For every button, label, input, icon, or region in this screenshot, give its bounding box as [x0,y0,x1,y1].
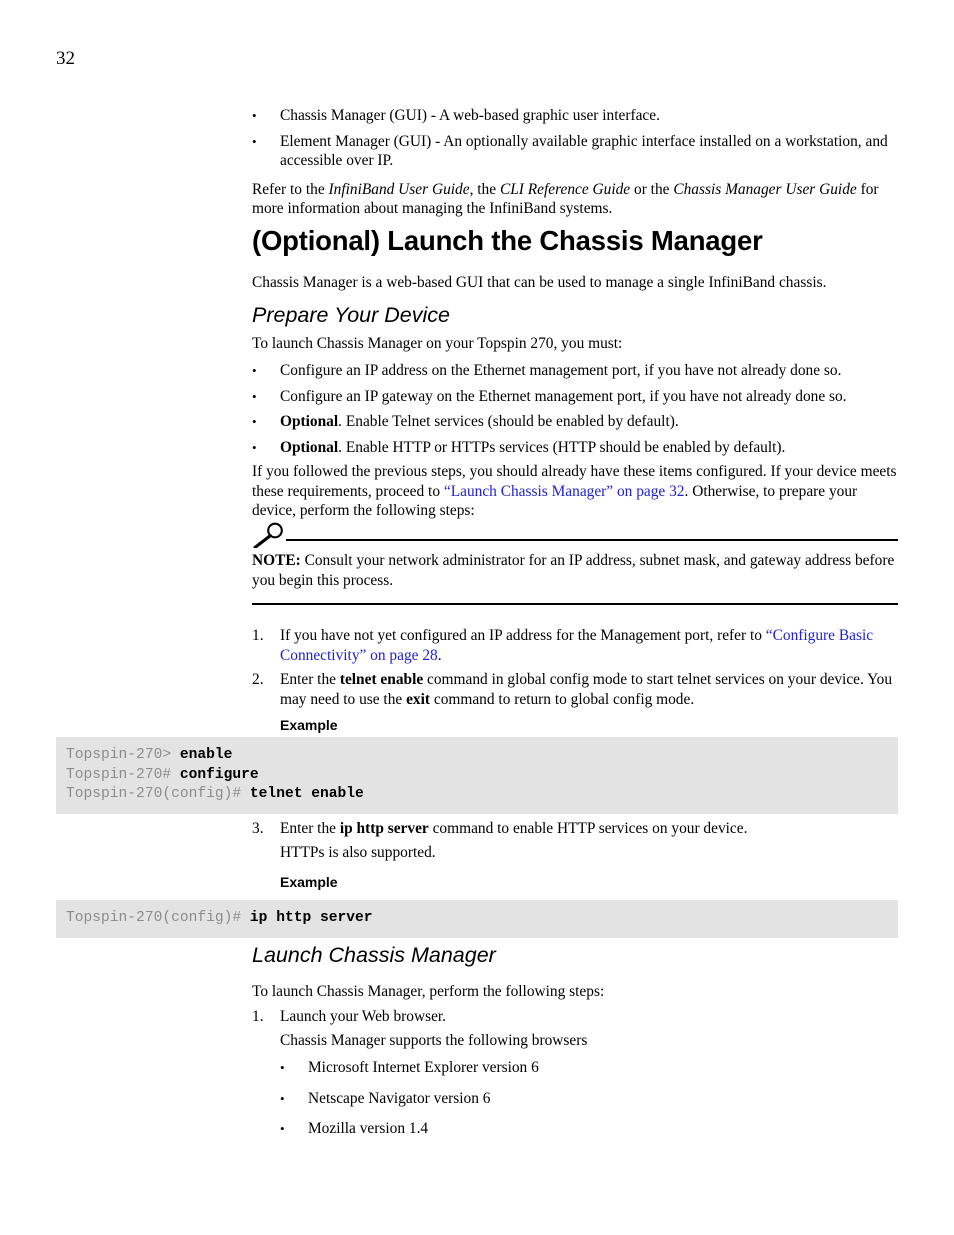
code-line: Topspin-270(config)# telnet enable [66,785,888,805]
step2-text-1: Enter the [280,671,340,689]
step2-text-3: command to return to global config mode. [430,690,695,708]
launch-step1-sub: Chassis Manager supports the following b… [280,1031,588,1049]
launch-steps-list: 1. Launch your Web browser. [252,1007,898,1027]
refer-text-1: Refer to the [252,180,329,198]
launch-lead: To launch Chassis Manager, perform the f… [252,983,605,1000]
code-line: Topspin-270# configure [66,766,888,786]
document-page: 32 Chassis Manager (GUI) - A web-based g… [0,0,954,1235]
prepare-steps-block: 1. If you have not yet configured an IP … [252,626,898,714]
prepare-lead: To launch Chassis Manager on your Topspi… [252,335,623,352]
section-heading-launch: Launch Chassis Manager [252,943,496,967]
code-block-http: Topspin-270(config)# ip http server [56,900,898,938]
step-number: 3. [252,820,264,837]
intro-block: Chassis Manager (GUI) - A web-based grap… [252,106,898,219]
list-item: Chassis Manager (GUI) - A web-based grap… [252,106,898,126]
list-item: 1. If you have not yet configured an IP … [252,626,898,665]
step2-command-exit: exit [406,690,431,708]
list-item: Element Manager (GUI) - An optionally av… [252,132,898,171]
browser-bullet-0: Microsoft Internet Explorer version 6 [308,1059,539,1077]
refer-title-chassis: Chassis Manager User Guide [673,180,857,198]
list-item: Mozilla version 1.4 [280,1119,898,1139]
note-bottom-rule [252,603,898,605]
prepare-bullet-2: . Enable Telnet services (should be enab… [338,413,679,431]
note-body: NOTE: Consult your network administrator… [252,551,898,590]
code-line: Topspin-270(config)# ip http server [66,909,888,929]
example-label-2: Example [280,874,338,890]
code-command: enable [179,747,233,763]
example-label-1: Example [280,717,338,733]
code-command: configure [179,766,259,783]
refer-text-2: , the [469,180,500,198]
prepare-bullet-3-bold: Optional [280,438,339,456]
section-heading-prepare: Prepare Your Device [252,303,450,327]
page-title: (Optional) Launch the Chassis Manager [252,225,763,256]
prepare-bullet-block: Configure an IP address on the Ethernet … [252,361,898,463]
page-number: 32 [56,48,75,69]
step3-command-ip-http-server: ip http server [339,820,429,837]
list-item: Netscape Navigator version 6 [280,1089,898,1109]
refer-paragraph: Refer to the InfiniBand User Guide, the … [252,180,898,219]
section-intro-paragraph: Chassis Manager is a web-based GUI that … [252,274,827,291]
code-prompt: Topspin-270# [66,766,180,783]
intro-bullet-list: Chassis Manager (GUI) - A web-based grap… [252,106,898,171]
code-prompt: Topspin-270(config)# [66,910,250,926]
note-text: Consult your network administrator for a… [252,552,895,589]
prepare-bullet-list: Configure an IP address on the Ethernet … [252,361,898,457]
browser-bullet-list: Microsoft Internet Explorer version 6 Ne… [252,1058,898,1139]
refer-title-infiniband: InfiniBand User Guide [328,180,470,198]
launch-step1-text: Launch your Web browser. [280,1008,447,1025]
note-top-rule [286,539,898,541]
step-number: 1. [252,627,264,644]
step-number: 1. [252,1008,264,1025]
list-item: 3. Enter the ip http server command to e… [252,819,898,839]
list-item: Optional. Enable Telnet services (should… [252,412,898,432]
refer-title-cli: CLI Reference Guide [499,180,631,198]
step1-text-2: . [437,646,442,664]
code-prompt: Topspin-270> [66,747,180,763]
step3-sub-text: HTTPs is also supported. [280,843,436,861]
prepare-bullet-2-bold: Optional [280,413,339,431]
step3-text-1: Enter the [280,820,340,837]
prepare-bullet-3: . Enable HTTP or HTTPs services (HTTP sh… [338,438,786,456]
intro-bullet-1: Element Manager (GUI) - An optionally av… [280,132,888,170]
step3-text-2: command to enable HTTP services on your … [428,820,748,837]
list-item: Configure an IP address on the Ethernet … [252,361,898,381]
list-item: 1. Launch your Web browser. [252,1007,898,1027]
step1-text-1: If you have not yet configured an IP add… [280,627,766,644]
list-item: Configure an IP gateway on the Ethernet … [252,387,898,407]
xref-launch-chassis-manager[interactable]: “Launch Chassis Manager” on page 32 [444,483,685,500]
code-prompt: Topspin-270(config)# [66,786,250,802]
list-item: Microsoft Internet Explorer version 6 [280,1058,898,1078]
magnifier-icon [253,522,283,548]
browser-bullet-2: Mozilla version 1.4 [308,1120,429,1138]
intro-bullet-0: Chassis Manager (GUI) - A web-based grap… [280,107,660,124]
prepare-bullet-0: Configure an IP address on the Ethernet … [280,362,842,379]
step2-command-telnet-enable: telnet enable [339,671,424,689]
step3-list: 3. Enter the ip http server command to e… [252,819,898,839]
step-number: 2. [252,671,264,689]
code-command: telnet enable [249,786,364,802]
refer-text-3: or the [630,180,674,198]
code-block-telnet: Topspin-270> enable Topspin-270# configu… [56,737,898,814]
code-line: Topspin-270> enable [66,746,888,766]
note-label: NOTE: [252,552,301,569]
prepare-steps-list: 1. If you have not yet configured an IP … [252,626,898,709]
browser-bullet-1: Netscape Navigator version 6 [308,1089,491,1107]
list-item: 2. Enter the telnet enable command in gl… [252,670,898,709]
step3-block: 3. Enter the ip http server command to e… [252,819,898,862]
prepare-followup-paragraph: If you followed the previous steps, you … [252,462,898,521]
prepare-bullet-1: Configure an IP gateway on the Ethernet … [280,387,847,405]
list-item: Optional. Enable HTTP or HTTPs services … [252,438,898,458]
launch-steps-block: 1. Launch your Web browser. Chassis Mana… [252,1007,898,1145]
code-command: ip http server [249,910,373,926]
